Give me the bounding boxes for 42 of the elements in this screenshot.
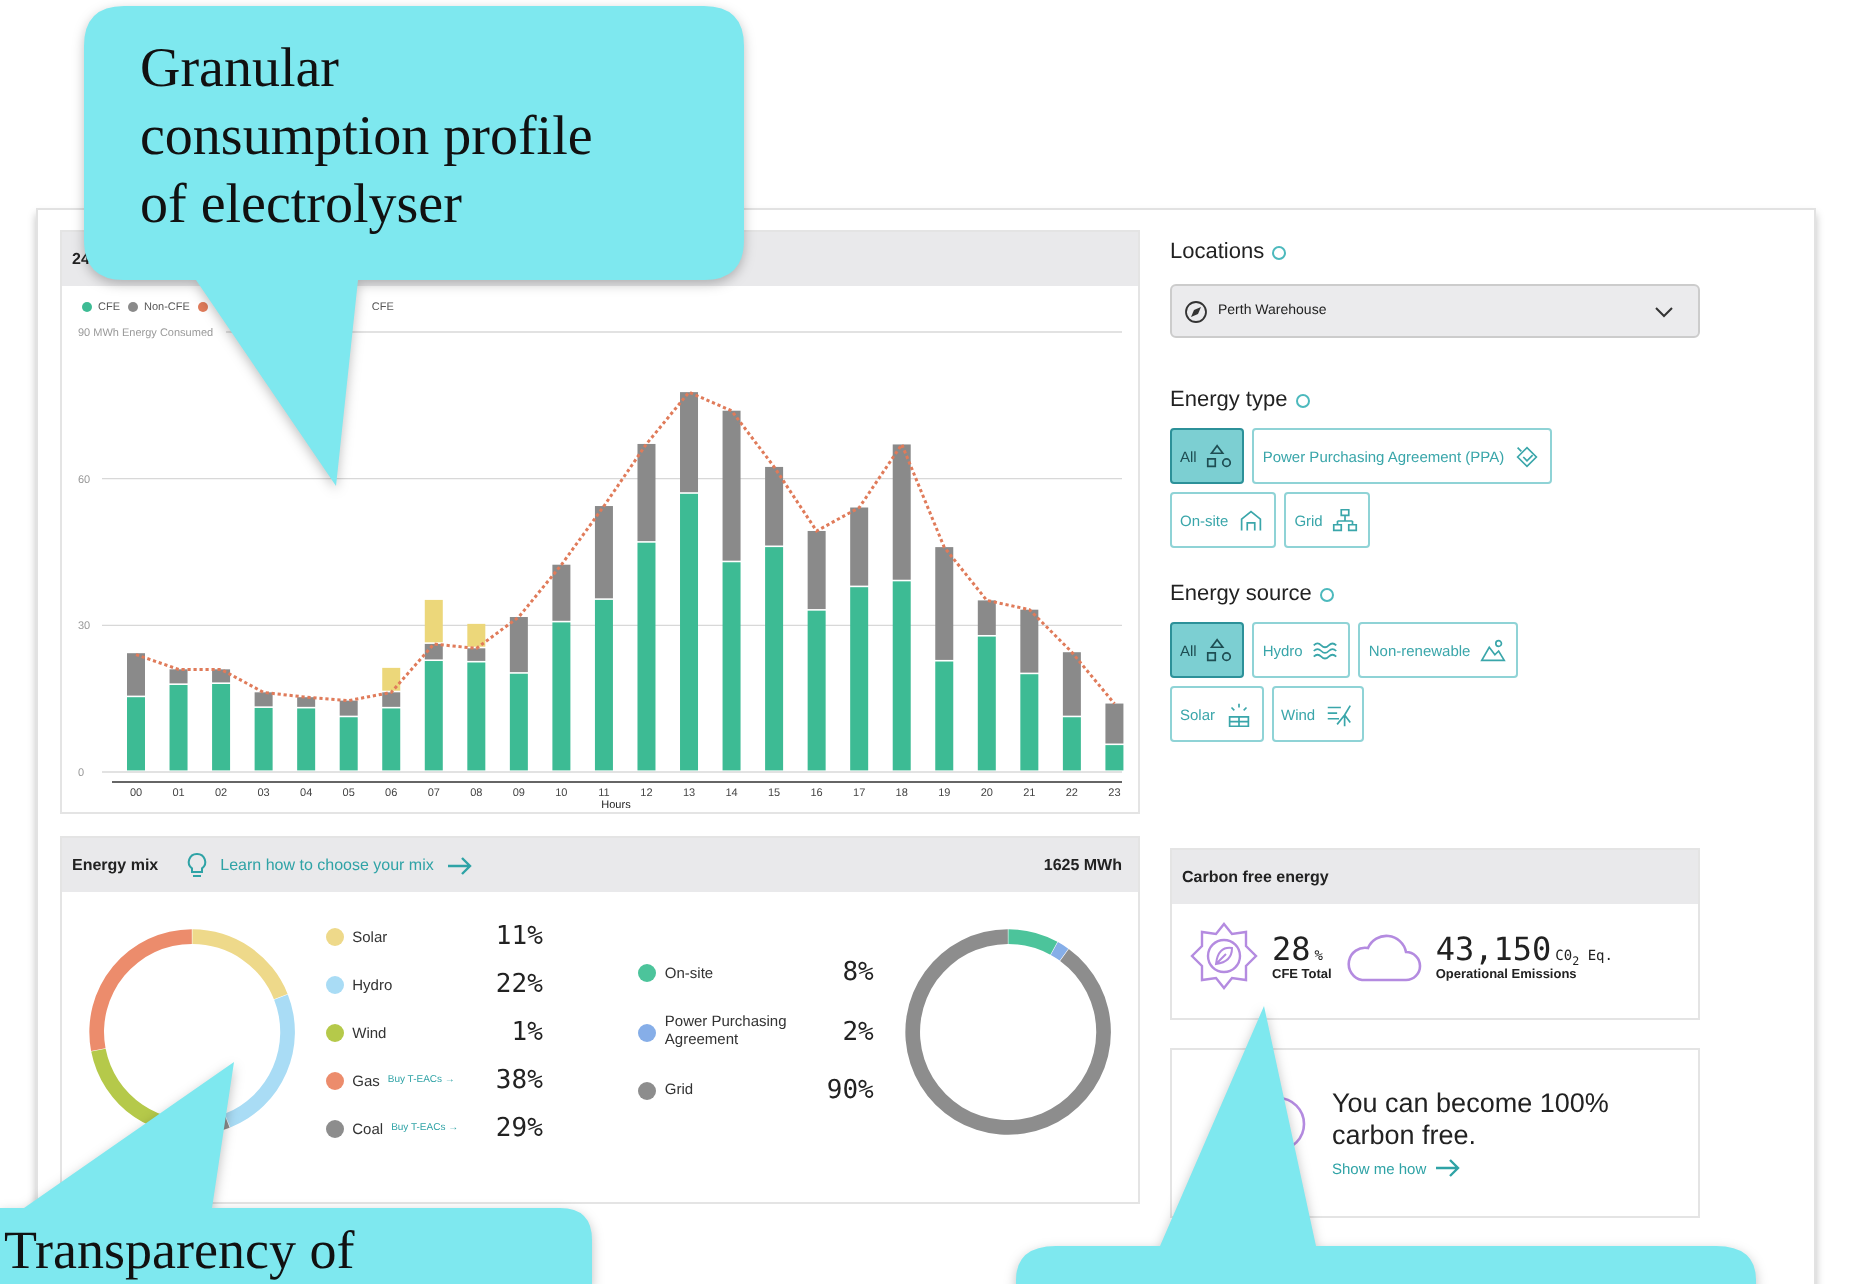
stat-value: 43,150 (1435, 929, 1552, 968)
bar (1062, 717, 1081, 771)
lightbulb-icon (186, 851, 209, 879)
promo-text: You can become 100% carbon free. (1332, 1087, 1611, 1151)
chip-icon (1323, 699, 1354, 729)
total-energy: 1625 MWh (1043, 856, 1122, 874)
card-title: Energy mix (72, 856, 159, 874)
stat-value: 28 (1272, 930, 1311, 968)
share-value: 2% (842, 1017, 874, 1047)
section-title: Energy type (1170, 388, 1288, 412)
bar (935, 661, 954, 771)
compass-icon (1184, 299, 1208, 323)
chevron-down-icon (1654, 305, 1674, 317)
callout-text: Transparency of (4, 1218, 355, 1284)
chip-icon (1512, 441, 1543, 471)
share-value: 29% (495, 1113, 543, 1143)
bar (892, 444, 911, 580)
share-value: 1% (511, 1017, 543, 1047)
bar (1062, 652, 1081, 716)
bar (935, 547, 954, 660)
section-title: Locations (1170, 240, 1265, 264)
callout-text: Granular consumption profile of electrolyser (140, 36, 595, 240)
share-value: 38% (495, 1065, 543, 1095)
chip-icon (1204, 635, 1235, 665)
share-value: 8% (842, 958, 874, 989)
arrow-icon (1434, 1158, 1463, 1179)
info-icon (1295, 393, 1310, 407)
chip-icon (1236, 505, 1267, 535)
chip-icon (1478, 635, 1509, 665)
share-value: 22% (495, 969, 543, 999)
share-value: 11% (495, 921, 543, 951)
learn-link[interactable]: Learn how to choose your mix (220, 856, 434, 874)
arrow-icon (445, 855, 474, 875)
leaf-badge-icon (1188, 920, 1260, 992)
chip-icon (1204, 441, 1235, 471)
chip-icon (1223, 699, 1254, 729)
info-icon (1272, 245, 1287, 259)
share-value: 90% (826, 1075, 874, 1106)
section-title: Energy source (1170, 582, 1312, 606)
card-title: Carbon free energy (1182, 868, 1329, 886)
chip-icon (1330, 505, 1361, 535)
info-icon (1319, 587, 1334, 601)
